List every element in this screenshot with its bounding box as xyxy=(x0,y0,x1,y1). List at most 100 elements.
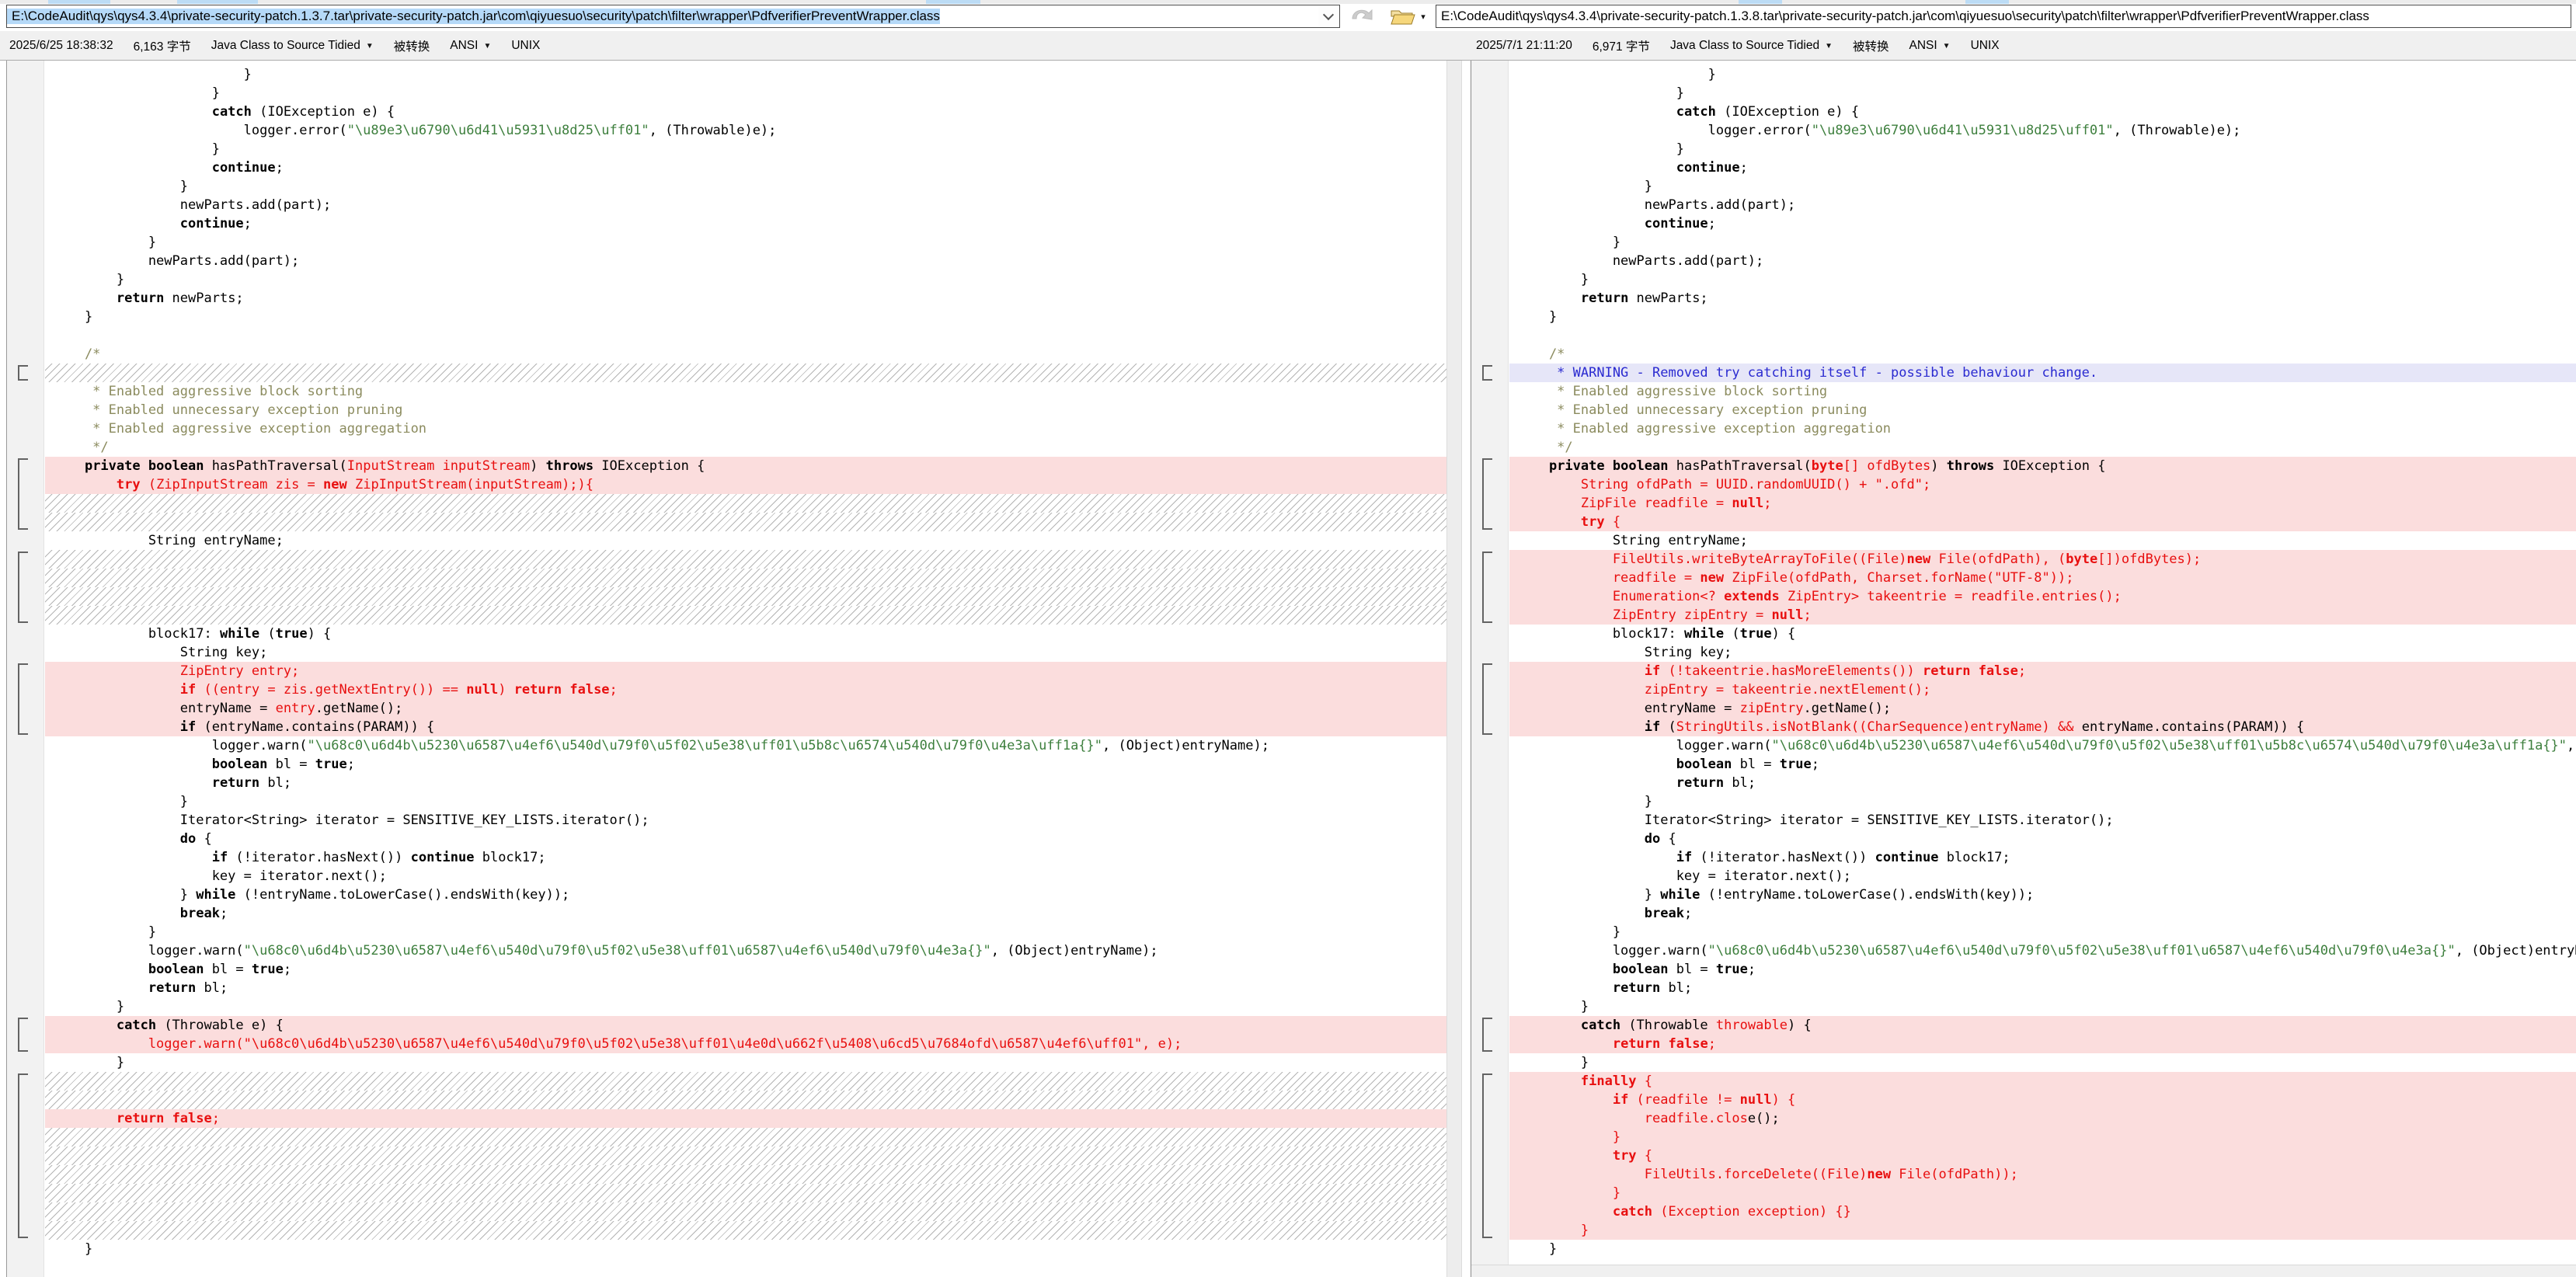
right-path-text: E:\CodeAudit\qys\qys4.3.4\private-securi… xyxy=(1436,9,2369,24)
code-line: } xyxy=(45,1240,1446,1258)
code-line: String entryName; xyxy=(1509,531,2576,550)
code-line: continue; xyxy=(45,158,1446,177)
folder-dropdown-arrow[interactable]: ▾ xyxy=(1421,12,1426,22)
code-line: readfile = new ZipFile(ofdPath, Charset.… xyxy=(1509,569,2576,587)
code-line: catch (Throwable throwable) { xyxy=(1509,1016,2576,1035)
code-line: finally { xyxy=(1509,1072,2576,1091)
code-line: ZipFile readfile = null; xyxy=(1509,494,2576,513)
right-file-size: 6,971 字节 xyxy=(1593,37,1650,54)
code-line: private boolean hasPathTraversal(InputSt… xyxy=(45,457,1446,475)
code-line: logger.warn("\u68c0\u6d4b\u5230\u6587\u4… xyxy=(45,941,1446,960)
right-code-pane[interactable]: } } catch (IOException e) { logger.error… xyxy=(1471,61,2576,1277)
code-line: return newParts; xyxy=(45,289,1446,308)
left-format-dropdown[interactable]: Java Class to Source Tidied▼ xyxy=(211,39,374,53)
code-line: } xyxy=(45,1053,1446,1072)
code-line: if ((entry = zis.getNextEntry()) == null… xyxy=(45,680,1446,699)
left-code-lines: } } catch (IOException e) { logger.error… xyxy=(45,65,1446,1258)
left-path-text: E:\CodeAudit\qys\qys4.3.4\private-securi… xyxy=(7,9,940,24)
code-line xyxy=(45,550,1446,569)
code-line: ZipEntry zipEntry = null; xyxy=(1509,606,2576,625)
code-line: return bl; xyxy=(1509,979,2576,997)
code-line: readfile.close(); xyxy=(1509,1109,2576,1128)
code-line: newParts.add(part); xyxy=(45,252,1446,270)
left-diff-gutter xyxy=(7,61,44,1277)
code-line: return bl; xyxy=(45,979,1446,997)
right-modified-date: 2025/7/1 21:11:20 xyxy=(1476,39,1572,53)
right-converted-label: 被转换 xyxy=(1853,37,1889,54)
code-line: return newParts; xyxy=(1509,289,2576,308)
code-line xyxy=(45,326,1446,345)
code-line: entryName = entry.getName(); xyxy=(45,699,1446,718)
browse-folder-button[interactable]: ▾ xyxy=(1387,5,1428,28)
right-horizontal-scrollbar[interactable] xyxy=(1471,1265,2576,1277)
code-line: try { xyxy=(1509,1147,2576,1165)
code-line xyxy=(45,1221,1446,1240)
code-line: } while (!entryName.toLowerCase().endsWi… xyxy=(1509,886,2576,904)
code-line: if (readfile != null) { xyxy=(1509,1091,2576,1109)
right-format-dropdown[interactable]: Java Class to Source Tidied▼ xyxy=(1670,39,1833,53)
left-path-dropdown-button[interactable] xyxy=(1318,6,1338,26)
left-converted-label: 被转换 xyxy=(394,37,430,54)
code-line: if (StringUtils.isNotBlank((CharSequence… xyxy=(1509,718,2576,736)
left-code-pane[interactable]: } } catch (IOException e) { logger.error… xyxy=(6,61,1446,1277)
code-line xyxy=(45,587,1446,606)
code-line xyxy=(45,1147,1446,1165)
code-line: catch (IOException e) { xyxy=(1509,103,2576,121)
code-line: boolean bl = true; xyxy=(1509,755,2576,774)
code-line: boolean bl = true; xyxy=(45,755,1446,774)
code-line: FileUtils.writeByteArrayToFile((File)new… xyxy=(1509,550,2576,569)
code-line: } xyxy=(45,308,1446,326)
left-vertical-scrollbar[interactable] xyxy=(1446,61,1462,1277)
code-line: entryName = zipEntry.getName(); xyxy=(1509,699,2576,718)
code-line: do { xyxy=(45,830,1446,848)
swap-files-button[interactable] xyxy=(1346,5,1377,28)
toolbar-sliver xyxy=(0,0,2576,4)
left-path-combobox[interactable]: E:\CodeAudit\qys\qys4.3.4\private-securi… xyxy=(6,5,1340,28)
code-line: } xyxy=(1509,923,2576,941)
code-line: logger.error("\u89e3\u6790\u6d41\u5931\u… xyxy=(45,121,1446,140)
code-line: return bl; xyxy=(45,774,1446,792)
code-line xyxy=(45,1128,1446,1147)
toolbar-fragment xyxy=(926,0,980,4)
code-line: } xyxy=(1509,1184,2576,1202)
code-line: logger.warn("\u68c0\u6d4b\u5230\u6587\u4… xyxy=(1509,736,2576,755)
code-line: logger.warn("\u68c0\u6d4b\u5230\u6587\u4… xyxy=(45,736,1446,755)
code-line: /* xyxy=(45,345,1446,364)
code-line: } xyxy=(45,233,1446,252)
code-line: } xyxy=(1509,1240,2576,1258)
diff-section-bracket xyxy=(18,365,28,381)
code-line: } xyxy=(1509,308,2576,326)
code-line: } xyxy=(1509,792,2576,811)
code-line: try (ZipInputStream zis = new ZipInputSt… xyxy=(45,475,1446,494)
code-line xyxy=(45,1165,1446,1184)
right-path-combobox[interactable]: E:\CodeAudit\qys\qys4.3.4\private-securi… xyxy=(1436,5,2571,28)
code-line xyxy=(45,513,1446,531)
code-line: catch (Throwable e) { xyxy=(45,1016,1446,1035)
code-line: block17: while (true) { xyxy=(45,625,1446,643)
diff-section-bracket xyxy=(18,1018,28,1052)
left-file-size: 6,163 字节 xyxy=(134,37,191,54)
diff-section-bracket xyxy=(1482,552,1492,623)
code-line: zipEntry = takeentrie.nextElement(); xyxy=(1509,680,2576,699)
right-line-ending: UNIX xyxy=(1971,39,2000,53)
code-line: break; xyxy=(45,904,1446,923)
right-encoding-dropdown[interactable]: ANSI▼ xyxy=(1909,39,1950,53)
code-line: } xyxy=(1509,1053,2576,1072)
right-diff-gutter xyxy=(1471,61,1509,1277)
code-line: } xyxy=(45,84,1446,103)
code-line: continue; xyxy=(1509,158,2576,177)
code-line: * Enabled aggressive exception aggregati… xyxy=(45,419,1446,438)
code-line xyxy=(45,1091,1446,1109)
dropdown-arrow-icon: ▼ xyxy=(1825,42,1833,50)
left-encoding-dropdown[interactable]: ANSI▼ xyxy=(450,39,491,53)
code-line xyxy=(1509,326,2576,345)
code-line xyxy=(45,494,1446,513)
code-line: return false; xyxy=(1509,1035,2576,1053)
code-line: } xyxy=(45,270,1446,289)
code-line: * WARNING - Removed try catching itself … xyxy=(1509,364,2576,382)
toolbar-fragment xyxy=(1965,0,2009,4)
code-line: if (!takeentrie.hasMoreElements()) retur… xyxy=(1509,662,2576,680)
code-line: } xyxy=(45,177,1446,196)
chevron-down-icon xyxy=(1323,9,1334,20)
code-line: * Enabled aggressive block sorting xyxy=(1509,382,2576,401)
